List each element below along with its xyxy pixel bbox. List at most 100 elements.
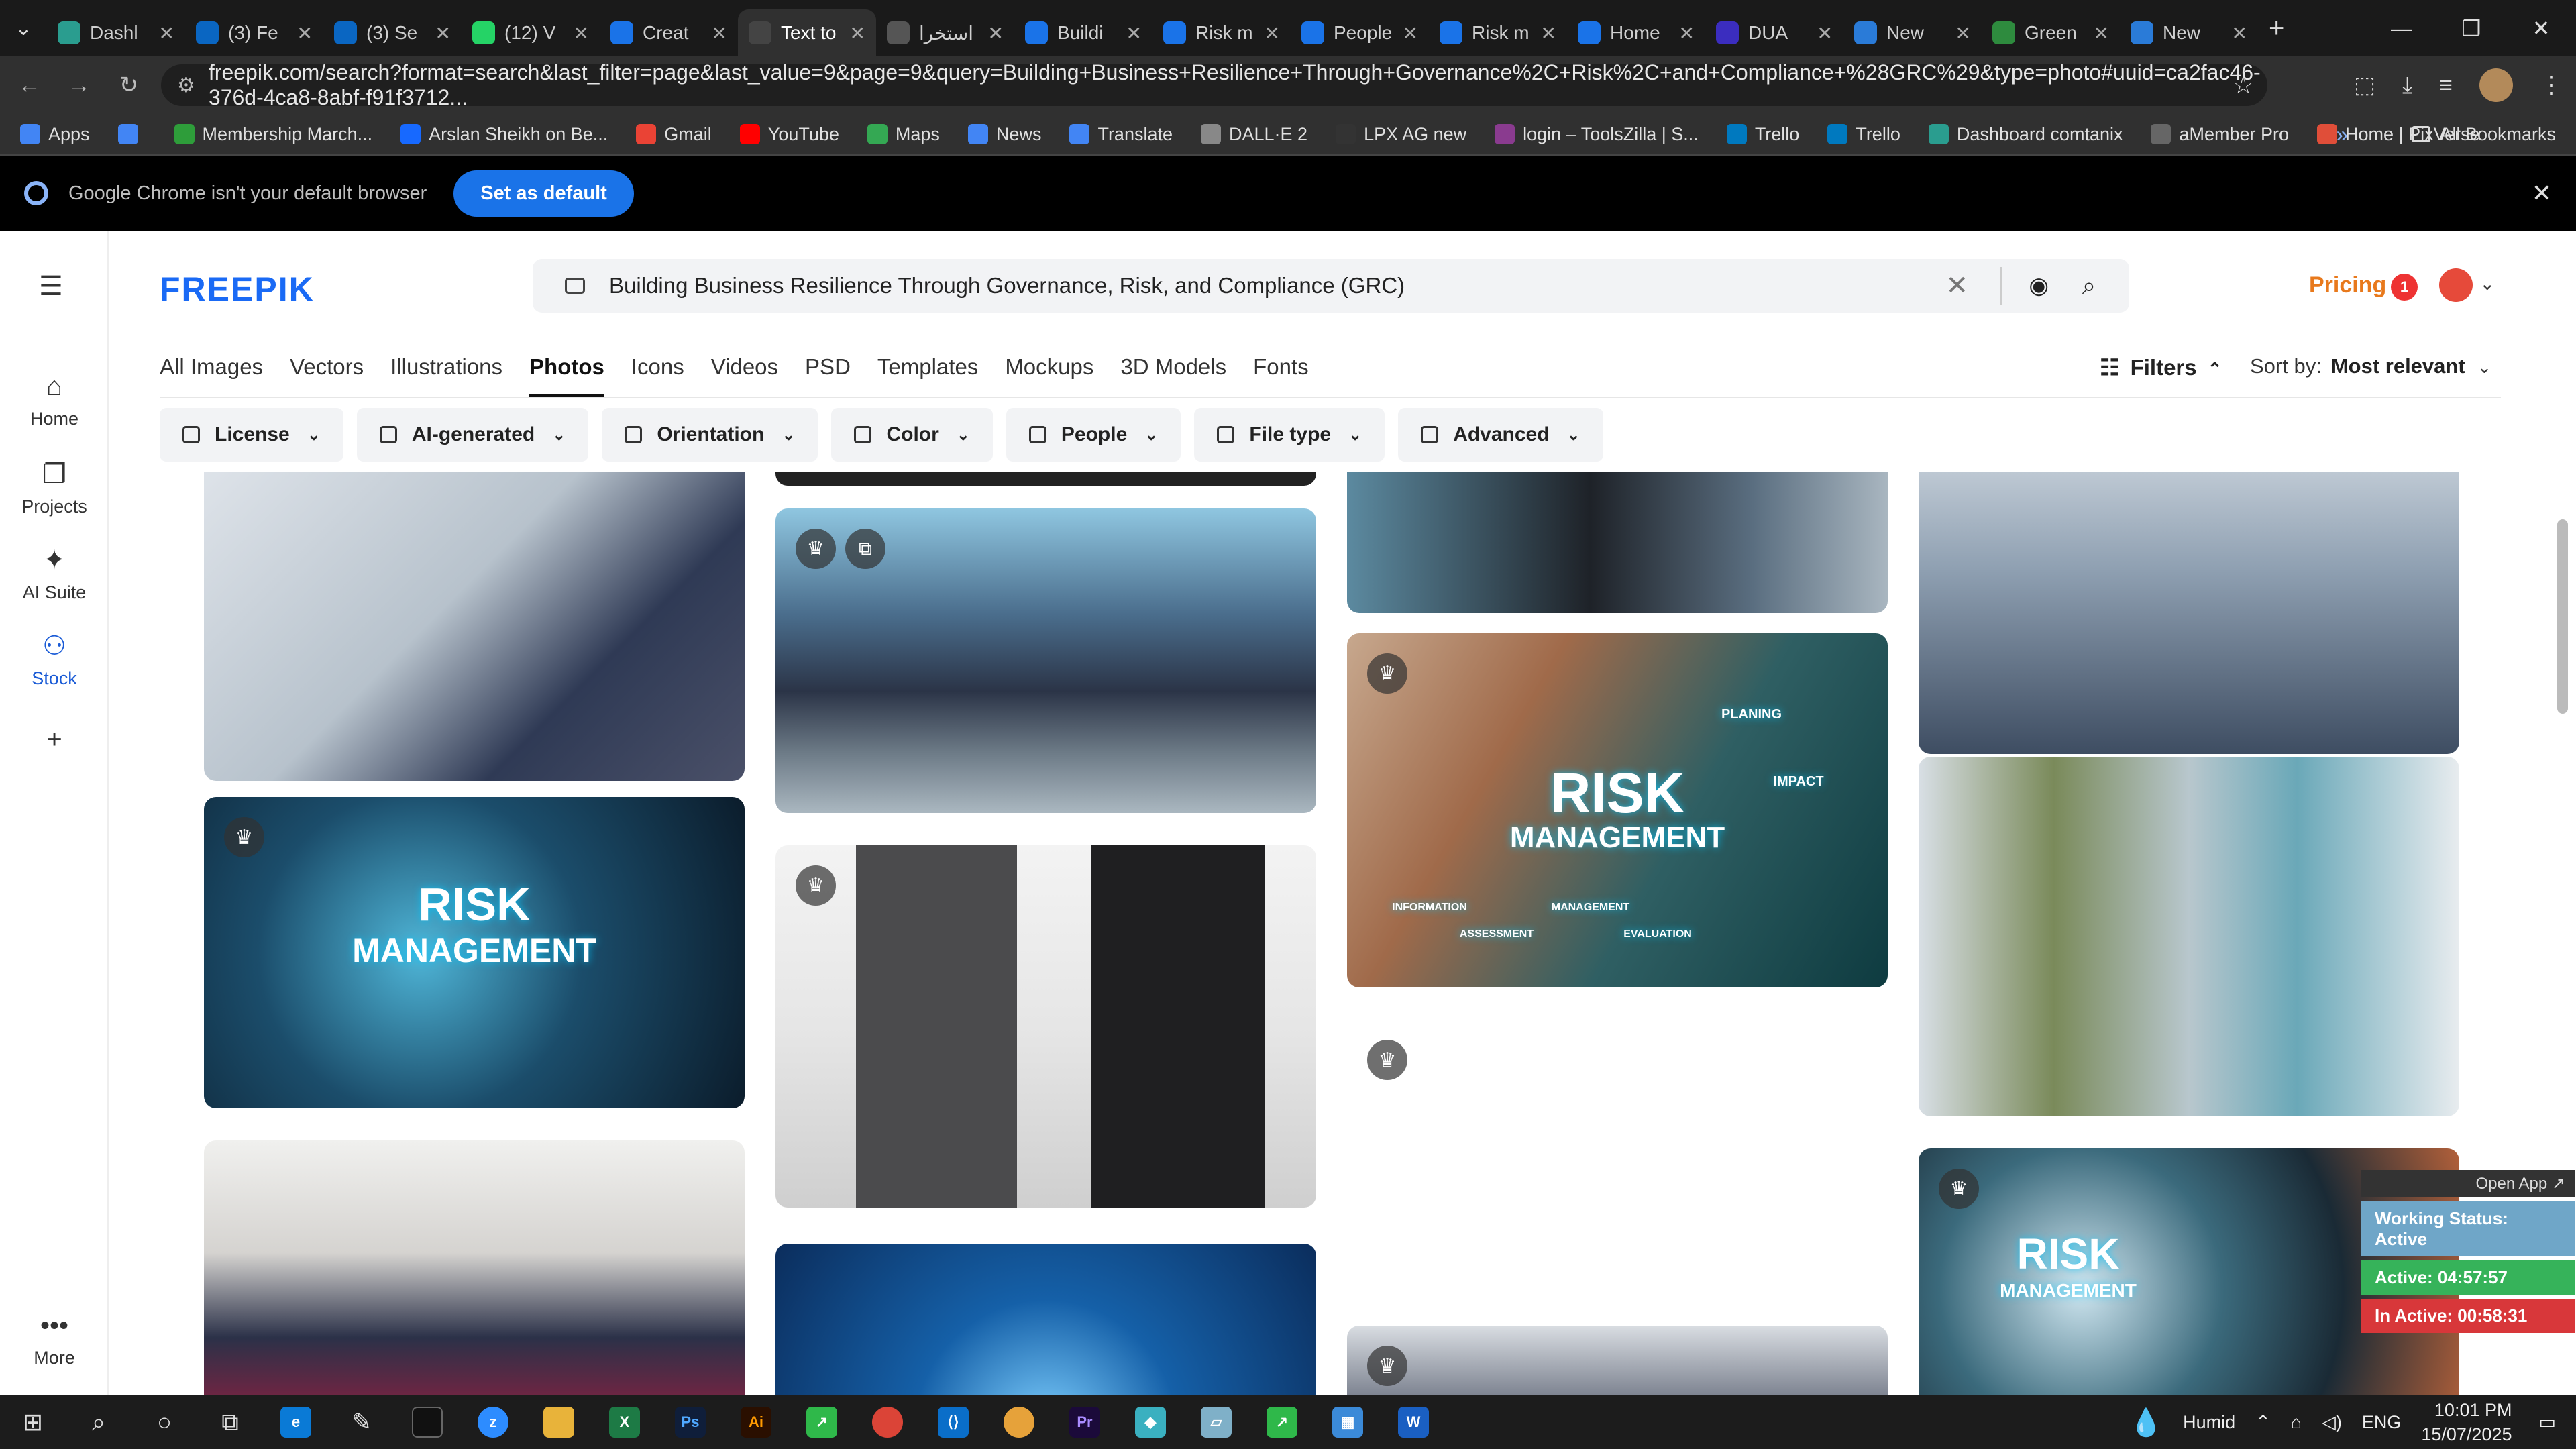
- bookmark-item[interactable]: DALL·E 2: [1201, 124, 1307, 145]
- file-explorer-icon[interactable]: [526, 1395, 592, 1449]
- close-tab-icon[interactable]: ✕: [988, 22, 1004, 44]
- category-tab[interactable]: Illustrations: [390, 354, 502, 397]
- browser-tab[interactable]: Risk m ✕: [1429, 9, 1567, 56]
- vscode-icon[interactable]: ⟨⟩: [920, 1395, 986, 1449]
- filter-chip[interactable]: Advanced ⌄: [1398, 408, 1603, 462]
- bookmark-item[interactable]: Trello: [1827, 124, 1900, 145]
- browser-tab[interactable]: Home ✕: [1567, 9, 1705, 56]
- menu-icon[interactable]: ⋮: [2540, 72, 2563, 99]
- bookmark-star-icon[interactable]: ☆: [2233, 71, 2254, 99]
- close-infobar-icon[interactable]: ✕: [2532, 179, 2552, 207]
- browser-tab[interactable]: People ✕: [1291, 9, 1429, 56]
- bookmark-item[interactable]: Dashboard comtanix: [1928, 124, 2123, 145]
- bookmark-item[interactable]: Translate: [1069, 124, 1173, 145]
- search-icon[interactable]: ⌕: [66, 1395, 131, 1449]
- close-window-button[interactable]: ✕: [2506, 0, 2576, 56]
- bookmark-item[interactable]: YouTube: [739, 124, 839, 145]
- hamburger-menu-icon[interactable]: ☰: [39, 271, 63, 302]
- app-icon[interactable]: ↗: [789, 1395, 855, 1449]
- category-tab[interactable]: 3D Models: [1120, 354, 1226, 397]
- filter-chip[interactable]: Orientation ⌄: [602, 408, 818, 462]
- chevron-up-icon[interactable]: ⌃: [2255, 1412, 2271, 1433]
- result-card[interactable]: ♛ ⧉: [775, 508, 1316, 813]
- photoshop-icon[interactable]: Ps: [657, 1395, 723, 1449]
- browser-tab[interactable]: Dashl ✕: [47, 9, 185, 56]
- browser-tab[interactable]: Creat ✕: [600, 9, 738, 56]
- volume-icon[interactable]: ◁): [2322, 1412, 2342, 1433]
- category-tab[interactable]: Vectors: [290, 354, 364, 397]
- category-tab[interactable]: Fonts: [1253, 354, 1309, 397]
- chrome-icon[interactable]: [855, 1395, 920, 1449]
- browser-tab[interactable]: DUA ✕: [1705, 9, 1843, 56]
- edge-icon[interactable]: e: [263, 1395, 329, 1449]
- media-icon[interactable]: ≡: [2439, 72, 2453, 99]
- result-card[interactable]: [1919, 472, 2459, 754]
- chrome-active-icon[interactable]: [986, 1395, 1052, 1449]
- browser-tab[interactable]: Text to ✕: [738, 9, 876, 56]
- browser-tab[interactable]: (12) V ✕: [462, 9, 600, 56]
- page-scrollbar[interactable]: [2557, 519, 2568, 714]
- close-tab-icon[interactable]: ✕: [712, 22, 727, 44]
- camera-search-icon[interactable]: ◉: [2029, 272, 2049, 299]
- browser-tab[interactable]: Risk m ✕: [1152, 9, 1291, 56]
- close-tab-icon[interactable]: ✕: [1126, 22, 1142, 44]
- browser-tab[interactable]: (3) Fe ✕: [185, 9, 323, 56]
- close-tab-icon[interactable]: ✕: [1679, 22, 1695, 44]
- zoom-icon[interactable]: z: [460, 1395, 526, 1449]
- weather-label[interactable]: Humid: [2183, 1412, 2235, 1433]
- category-tab[interactable]: PSD: [805, 354, 851, 397]
- close-tab-icon[interactable]: ✕: [1817, 22, 1833, 44]
- category-tab[interactable]: Templates: [877, 354, 978, 397]
- bookmark-item[interactable]: Maps: [867, 124, 940, 145]
- site-info-icon[interactable]: ⚙: [177, 74, 195, 97]
- chevron-down-icon[interactable]: ⌄: [2479, 272, 2495, 294]
- extension-icon[interactable]: ⬚: [2354, 72, 2375, 99]
- pen-icon[interactable]: ✎: [329, 1395, 394, 1449]
- browser-tab[interactable]: New ✕: [2120, 9, 2258, 56]
- category-tab[interactable]: Mockups: [1005, 354, 1093, 397]
- bookmark-item[interactable]: Gmail: [636, 124, 712, 145]
- notifications-icon[interactable]: ▭: [2538, 1412, 2556, 1433]
- result-card[interactable]: [775, 1244, 1316, 1395]
- browser-tab[interactable]: Buildi ✕: [1014, 9, 1152, 56]
- close-tab-icon[interactable]: ✕: [1403, 22, 1418, 44]
- word-icon[interactable]: W: [1381, 1395, 1446, 1449]
- close-tab-icon[interactable]: ✕: [574, 22, 589, 44]
- new-tab-button[interactable]: +: [2269, 13, 2284, 44]
- calculator-icon[interactable]: ▦: [1315, 1395, 1381, 1449]
- clear-search-icon[interactable]: ✕: [1945, 270, 1968, 301]
- filter-chip[interactable]: File type ⌄: [1194, 408, 1385, 462]
- browser-tab[interactable]: New ✕: [1843, 9, 1982, 56]
- result-card[interactable]: ♛: [775, 845, 1316, 1208]
- close-tab-icon[interactable]: ✕: [159, 22, 174, 44]
- terminal-icon[interactable]: [394, 1395, 460, 1449]
- forward-button[interactable]: →: [59, 65, 99, 105]
- pricing-link[interactable]: Pricing: [2309, 272, 2386, 299]
- close-tab-icon[interactable]: ✕: [435, 22, 451, 44]
- all-bookmarks[interactable]: All Bookmarks: [2412, 124, 2556, 145]
- category-tab[interactable]: Videos: [711, 354, 778, 397]
- restore-button[interactable]: ❐: [2436, 0, 2506, 56]
- close-tab-icon[interactable]: ✕: [1955, 22, 1971, 44]
- bookmark-item[interactable]: Membership March...: [174, 124, 372, 145]
- image-type-icon[interactable]: [565, 278, 585, 294]
- app-icon[interactable]: ◆: [1118, 1395, 1183, 1449]
- close-tab-icon[interactable]: ✕: [2094, 22, 2109, 44]
- excel-icon[interactable]: X: [592, 1395, 657, 1449]
- freepik-logo[interactable]: FREEPIK: [160, 270, 315, 309]
- result-card[interactable]: [1347, 472, 1888, 613]
- result-card[interactable]: ♛: [1347, 1326, 1888, 1395]
- category-tab[interactable]: All Images: [160, 354, 263, 397]
- category-tab[interactable]: Photos: [529, 354, 604, 397]
- sort-dropdown[interactable]: Sort by: Most relevant ⌄: [2250, 354, 2491, 378]
- app-icon[interactable]: ▱: [1183, 1395, 1249, 1449]
- bookmark-item[interactable]: Trello: [1726, 124, 1799, 145]
- premiere-icon[interactable]: Pr: [1052, 1395, 1118, 1449]
- filters-toggle[interactable]: ☷ Filters ⌃: [2100, 354, 2222, 380]
- illustrator-icon[interactable]: Ai: [723, 1395, 789, 1449]
- close-tab-icon[interactable]: ✕: [2232, 22, 2247, 44]
- profile-avatar[interactable]: [2479, 68, 2513, 102]
- close-tab-icon[interactable]: ✕: [1265, 22, 1280, 44]
- close-tab-icon[interactable]: ✕: [1541, 22, 1556, 44]
- bookmark-item[interactable]: aMember Pro: [2151, 124, 2289, 145]
